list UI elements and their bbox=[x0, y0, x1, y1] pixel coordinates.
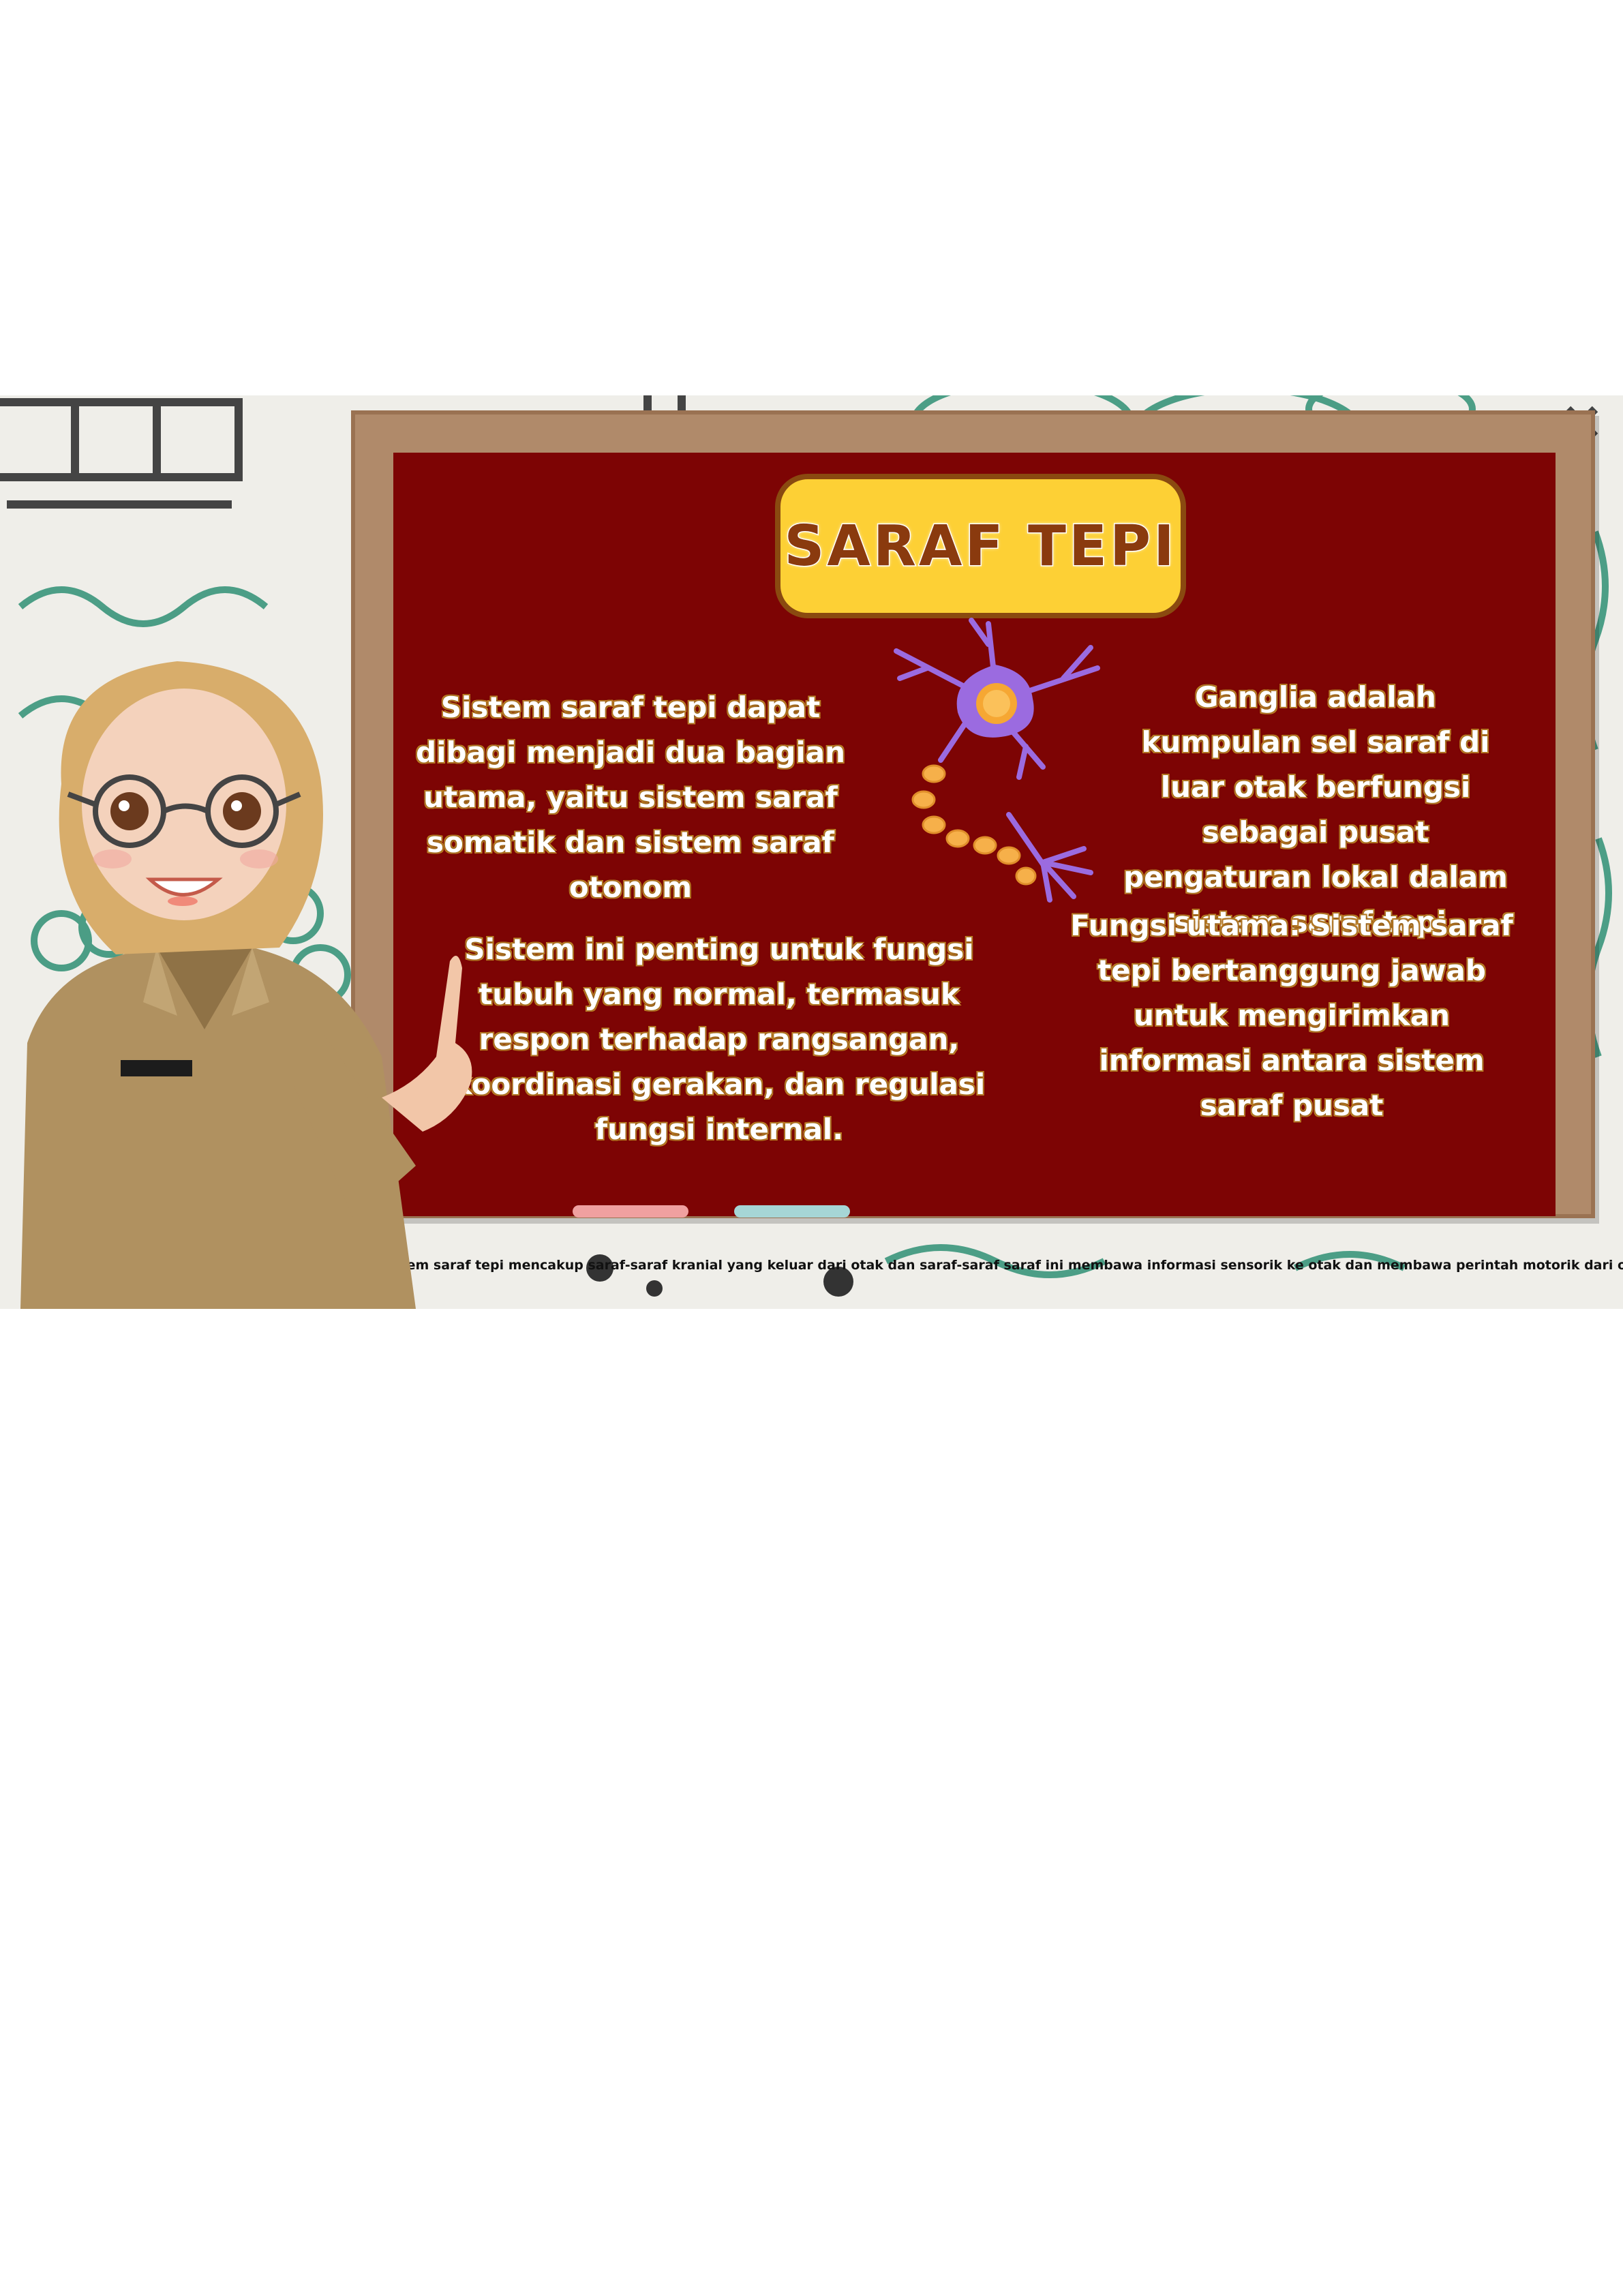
neuron-icon bbox=[894, 618, 1100, 903]
title-banner: SARAF TEPI bbox=[775, 474, 1186, 618]
teacher-illustration bbox=[20, 661, 472, 1309]
chalk-pink bbox=[573, 1205, 688, 1218]
name-tag bbox=[121, 1060, 192, 1076]
caption: Sistem saraf tepi mencakup saraf-saraf k… bbox=[379, 1258, 1623, 1273]
paragraph-left-top: Sistem saraf tepi dapat dibagi menjadi d… bbox=[416, 691, 845, 904]
page-title: SARAF TEPI bbox=[783, 513, 1177, 579]
paragraph-left-bottom: Sistem ini penting untuk fungsi tubuh ya… bbox=[453, 933, 986, 1146]
chalk-blue bbox=[734, 1205, 850, 1218]
paragraph-right-bottom: Fungsi utama: Sistem saraf tepi bertangg… bbox=[1070, 909, 1513, 1122]
slide: SARAF TEPI Sistem saraf tepi dapat dibag… bbox=[0, 395, 1623, 1309]
